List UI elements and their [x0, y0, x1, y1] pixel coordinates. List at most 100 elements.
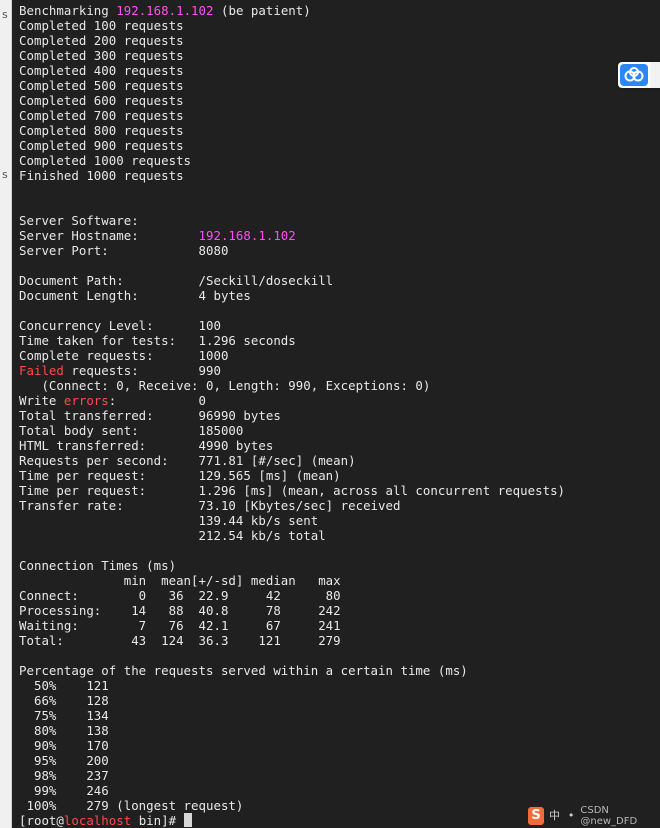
terminal-line: Failed requests: 990 — [19, 363, 565, 378]
terminal-line: Concurrency Level: 100 — [19, 318, 565, 333]
cloud-icon[interactable] — [620, 64, 648, 86]
terminal-line: Server Software: — [19, 213, 565, 228]
cloud-widget[interactable] — [618, 62, 660, 88]
output-text: Total transferred: 96990 bytes — [19, 408, 281, 423]
terminal-window[interactable]: Benchmarking 192.168.1.102 (be patient) C… — [12, 0, 660, 828]
gutter-mark: s — [2, 8, 8, 21]
output-text: 99% 246 — [19, 783, 109, 798]
terminal-line: Time per request: 1.296 [ms] (mean, acro… — [19, 483, 565, 498]
terminal-line: Document Path: /Seckill/doseckill — [19, 273, 565, 288]
output-text: (Connect: 0, Receive: 0, Length: 990, Ex… — [19, 378, 431, 393]
output-text: Completed 800 requests — [19, 123, 184, 138]
output-text: Time per request: 1.296 [ms] (mean, acro… — [19, 483, 566, 498]
terminal-line: Completed 400 requests — [19, 63, 565, 78]
ime-logo-icon[interactable]: S — [528, 807, 545, 825]
output-text: 212.54 kb/s total — [19, 528, 326, 543]
terminal-line: Requests per second: 771.81 [#/sec] (mea… — [19, 453, 565, 468]
output-text: (be patient) — [213, 3, 311, 18]
tray-dot-icon[interactable]: • — [565, 809, 578, 823]
terminal-line: 100% 279 (longest request) — [19, 798, 565, 813]
terminal-output: Benchmarking 192.168.1.102 (be patient) C… — [19, 3, 565, 828]
terminal-line: Document Length: 4 bytes — [19, 288, 565, 303]
terminal-line: Completed 500 requests — [19, 78, 565, 93]
output-text: bin]# — [131, 813, 184, 828]
terminal-line: Finished 1000 requests — [19, 168, 565, 183]
terminal-line: 90% 170 — [19, 738, 565, 753]
output-text: Write — [19, 393, 64, 408]
output-text: Requests per second: 771.81 [#/sec] (mea… — [19, 453, 356, 468]
widget-handle[interactable] — [650, 62, 660, 88]
terminal-line: Connect: 0 36 22.9 42 80 — [19, 588, 565, 603]
output-text: Completed 100 requests — [19, 18, 184, 33]
terminal-line: Percentage of the requests served within… — [19, 663, 565, 678]
output-text: requests: 990 — [63, 363, 221, 378]
tray-language-icon[interactable]: 中 — [548, 809, 561, 823]
terminal-line: Benchmarking 192.168.1.102 (be patient) — [19, 3, 565, 18]
output-text: Percentage of the requests served within… — [19, 663, 468, 678]
output-text: Waiting: 7 76 42.1 67 241 — [19, 618, 341, 633]
left-gutter: s s — [0, 0, 12, 828]
gutter-mark: s — [2, 168, 8, 181]
terminal-line: Server Hostname: 192.168.1.102 — [19, 228, 565, 243]
output-text: Connect: 0 36 22.9 42 80 — [19, 588, 341, 603]
terminal-line: (Connect: 0, Receive: 0, Length: 990, Ex… — [19, 378, 565, 393]
output-text: 139.44 kb/s sent — [19, 513, 319, 528]
terminal-line: 98% 237 — [19, 768, 565, 783]
terminal-line: 139.44 kb/s sent — [19, 513, 565, 528]
highlight-error: errors — [63, 393, 109, 408]
output-text: 80% 138 — [19, 723, 109, 738]
output-text: Completed 1000 requests — [19, 153, 192, 168]
terminal-line: HTML transferred: 4990 bytes — [19, 438, 565, 453]
output-text: [root@ — [19, 813, 64, 828]
terminal-line: Total: 43 124 36.3 121 279 — [19, 633, 565, 648]
output-text: Document Length: 4 bytes — [19, 288, 251, 303]
output-text: Connection Times (ms) — [19, 558, 177, 573]
output-text: 90% 170 — [19, 738, 109, 753]
text-cursor — [183, 813, 192, 827]
terminal-line: Completed 200 requests — [19, 33, 565, 48]
terminal-line: Completed 800 requests — [19, 123, 565, 138]
terminal-line: Waiting: 7 76 42.1 67 241 — [19, 618, 565, 633]
output-text: HTML transferred: 4990 bytes — [19, 438, 274, 453]
output-text: Total: 43 124 36.3 121 279 — [19, 633, 341, 648]
output-text: 66% 128 — [19, 693, 109, 708]
terminal-line: Complete requests: 1000 — [19, 348, 565, 363]
output-text: Transfer rate: 73.10 [Kbytes/sec] receiv… — [19, 498, 401, 513]
output-text: 98% 237 — [19, 768, 109, 783]
output-text: Total body sent: 185000 — [19, 423, 244, 438]
terminal-line: 80% 138 — [19, 723, 565, 738]
output-text: 50% 121 — [19, 678, 109, 693]
output-text: Completed 300 requests — [19, 48, 184, 63]
output-text: Completed 200 requests — [19, 33, 184, 48]
output-text: 95% 200 — [19, 753, 109, 768]
terminal-line: Processing: 14 88 40.8 78 242 — [19, 603, 565, 618]
terminal-line: Total body sent: 185000 — [19, 423, 565, 438]
terminal-line: Completed 700 requests — [19, 108, 565, 123]
output-text: Completed 600 requests — [19, 93, 184, 108]
terminal-line: Time taken for tests: 1.296 seconds — [19, 333, 565, 348]
terminal-line: 50% 121 — [19, 678, 565, 693]
output-text: Completed 500 requests — [19, 78, 184, 93]
output-text: Server Port: 8080 — [19, 243, 229, 258]
shell-prompt[interactable]: [root@localhost bin]# — [19, 813, 565, 828]
terminal-line: 75% 134 — [19, 708, 565, 723]
output-text: Complete requests: 1000 — [19, 348, 229, 363]
output-text: Benchmarking — [19, 3, 117, 18]
output-text: Concurrency Level: 100 — [19, 318, 221, 333]
output-text: Server Hostname: — [19, 228, 199, 243]
terminal-line: Time per request: 129.565 [ms] (mean) — [19, 468, 565, 483]
output-text: Time per request: 129.565 [ms] (mean) — [19, 468, 341, 483]
output-text: 100% 279 (longest request) — [19, 798, 244, 813]
highlight-address: 192.168.1.102 — [198, 228, 296, 243]
terminal-line: min mean[+/-sd] median max — [19, 573, 565, 588]
system-tray: S 中 • CSDN @new_DFD — [528, 805, 660, 827]
output-text: Completed 900 requests — [19, 138, 184, 153]
output-text: Processing: 14 88 40.8 78 242 — [19, 603, 341, 618]
terminal-line: Completed 900 requests — [19, 138, 565, 153]
